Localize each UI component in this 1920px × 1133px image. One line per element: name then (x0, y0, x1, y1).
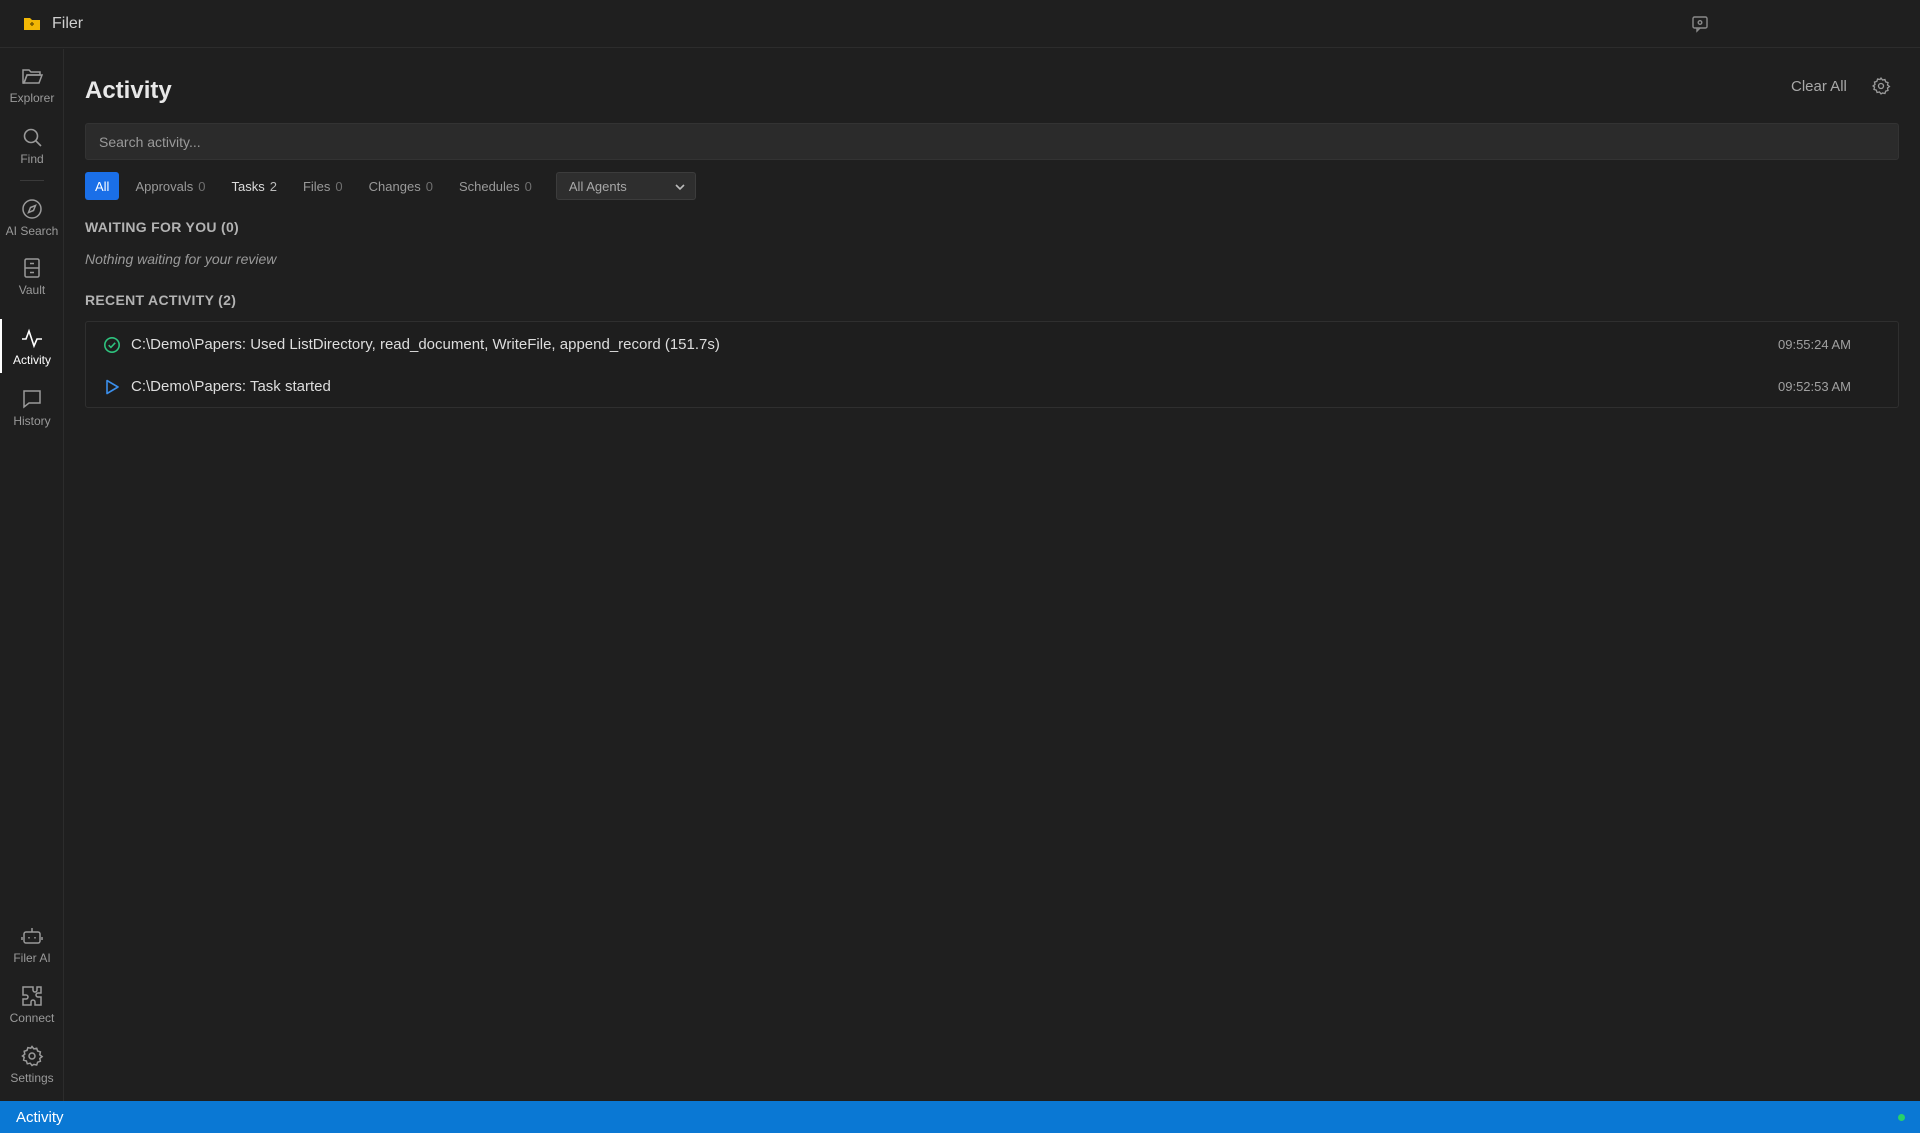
filter-all[interactable]: All (85, 172, 120, 200)
chat-bubble-icon (23, 389, 41, 409)
waiting-section-heading: WAITING FOR YOU (0) (85, 219, 239, 235)
waiting-empty-message: Nothing waiting for your review (85, 251, 277, 267)
activity-message: C:\Demo\Papers: Task started (131, 377, 331, 395)
filter-schedules[interactable]: Schedules 0 (449, 172, 542, 200)
agent-filter-value: All Agents (568, 178, 627, 194)
archive-icon (24, 257, 40, 278)
sidebar-item-activity[interactable]: Activity (0, 317, 64, 375)
search-icon (23, 128, 42, 147)
filter-changes[interactable]: Changes 0 (359, 172, 443, 200)
check-circle-icon (104, 337, 120, 353)
page-title: Activity (85, 77, 172, 104)
sidebar-divider (20, 180, 44, 181)
feedback-icon[interactable] (1690, 14, 1710, 34)
activity-item[interactable]: C:\Demo\Papers: Used ListDirectory, read… (86, 323, 1898, 365)
filter-label: Schedules (458, 178, 520, 194)
clear-all-button[interactable]: Clear All (1791, 78, 1847, 95)
puzzle-icon (22, 985, 42, 1006)
folder-open-icon (22, 68, 44, 84)
status-bar: Activity (0, 1101, 1920, 1133)
sidebar-item-label: AI Search (5, 223, 59, 238)
connection-status-indicator (1898, 1114, 1905, 1121)
sidebar-item-vault[interactable]: Vault (0, 247, 64, 305)
sidebar-item-label: Settings (10, 1070, 54, 1085)
filter-label: Files (302, 178, 331, 194)
sidebar-item-label: Filer AI (13, 950, 51, 965)
robot-icon (21, 927, 43, 944)
sidebar-item-find[interactable]: Find (0, 116, 64, 174)
activity-item[interactable]: C:\Demo\Papers: Task started 09:52:53 AM (86, 365, 1898, 407)
sidebar-item-history[interactable]: History (0, 378, 64, 436)
filter-files[interactable]: Files 0 (293, 172, 353, 200)
filter-count: 2 (269, 178, 277, 194)
chevron-down-icon (675, 184, 685, 191)
filter-label: Approvals (135, 178, 194, 194)
filter-approvals[interactable]: Approvals 0 (125, 172, 215, 200)
sidebar-item-settings[interactable]: Settings (0, 1035, 64, 1093)
activity-timestamp: 09:52:53 AM (1778, 378, 1851, 394)
filter-label: Changes (368, 178, 421, 194)
filter-count: 0 (335, 178, 343, 194)
filter-count: 0 (524, 178, 532, 194)
status-bar-label: Activity (16, 1108, 64, 1126)
filter-label: All (95, 178, 110, 194)
activity-message: C:\Demo\Papers: Used ListDirectory, read… (131, 335, 720, 353)
sidebar-item-label: Explorer (9, 90, 55, 105)
sidebar-item-connect[interactable]: Connect (0, 975, 64, 1033)
activity-pulse-icon (22, 328, 42, 348)
activity-list: C:\Demo\Papers: Used ListDirectory, read… (85, 321, 1899, 408)
app-title: Filer (52, 14, 84, 32)
filter-tasks[interactable]: Tasks 2 (222, 172, 287, 200)
sidebar-nav: Explorer Find AI Search Vault Activity H… (0, 49, 64, 1101)
activity-timestamp: 09:55:24 AM (1778, 336, 1851, 352)
gear-icon (21, 1044, 44, 1066)
sidebar-item-label: Activity (12, 352, 51, 367)
activity-panel: Activity Clear All All Approvals 0 Tasks… (85, 49, 1899, 1101)
sidebar-item-label: Connect (9, 1010, 55, 1025)
activity-settings-gear-icon[interactable] (1871, 76, 1891, 96)
compass-icon (22, 198, 42, 219)
recent-section-heading: RECENT ACTIVITY (2) (85, 292, 237, 308)
sidebar-item-explorer[interactable]: Explorer (0, 55, 64, 113)
title-bar: Filer (0, 0, 1920, 48)
folder-app-icon (22, 14, 42, 34)
search-input[interactable] (85, 123, 1899, 160)
sidebar-item-ai-search[interactable]: AI Search (0, 188, 64, 246)
filter-count: 0 (198, 178, 206, 194)
filter-bar: All Approvals 0 Tasks 2 Files 0 Changes … (85, 172, 696, 200)
sidebar-item-label: Vault (18, 282, 46, 297)
sidebar-item-filer-ai[interactable]: Filer AI (0, 915, 64, 973)
agent-filter-dropdown[interactable]: All Agents (555, 172, 696, 200)
filter-label: Tasks (231, 178, 265, 194)
sidebar-item-label: History (13, 413, 51, 428)
play-icon (106, 379, 119, 395)
filter-count: 0 (425, 178, 433, 194)
sidebar-item-label: Find (20, 151, 44, 166)
